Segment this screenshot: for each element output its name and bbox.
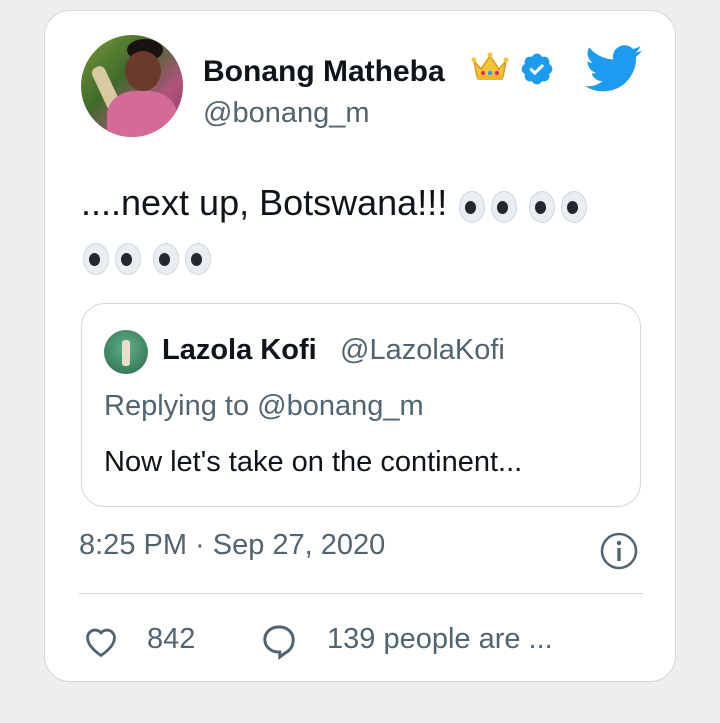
eye-icon — [183, 240, 213, 276]
quoted-author-handle: @LazolaKofi — [340, 334, 505, 366]
quoted-tweet-text: Now let's take on the continent... — [104, 446, 523, 478]
tweet-text-content: ....next up, Botswana!!! — [81, 182, 448, 223]
heart-icon[interactable] — [81, 623, 121, 661]
author-name[interactable]: Bonang Matheba — [203, 55, 445, 89]
eye-icon — [151, 240, 181, 276]
eye-icon — [527, 188, 557, 224]
tweet-card[interactable]: Bonang Matheba @bonang_m ....next up, Bo… — [44, 10, 676, 682]
author-avatar[interactable] — [81, 35, 183, 137]
like-count[interactable]: 842 — [147, 623, 195, 656]
quoted-replying-to: Replying to @bonang_m — [104, 390, 424, 422]
tweet-timestamp[interactable]: 8:25 PM · Sep 27, 2020 — [79, 529, 385, 562]
quoted-tweet[interactable]: Lazola Kofi @LazolaKofi Replying to @bon… — [81, 303, 641, 507]
eye-icon — [559, 188, 589, 224]
eye-icon — [81, 240, 111, 276]
tweet-text: ....next up, Botswana!!! — [81, 177, 651, 281]
crown-icon — [471, 52, 509, 80]
quoted-author-name: Lazola Kofi — [162, 334, 317, 366]
eyes-emoji-group — [81, 240, 215, 276]
divider — [79, 593, 643, 594]
twitter-bird-icon[interactable] — [585, 45, 643, 93]
verified-badge-icon — [521, 53, 553, 85]
eye-icon — [489, 188, 519, 224]
eyes-emoji-group — [457, 188, 591, 224]
eye-icon — [457, 188, 487, 224]
info-icon[interactable] — [599, 531, 639, 571]
eye-icon — [113, 240, 143, 276]
author-handle[interactable]: @bonang_m — [203, 97, 370, 130]
replies-text[interactable]: 139 people are ... — [327, 623, 553, 656]
reply-bubble-icon[interactable] — [259, 621, 299, 661]
quoted-author-avatar[interactable] — [104, 330, 148, 374]
